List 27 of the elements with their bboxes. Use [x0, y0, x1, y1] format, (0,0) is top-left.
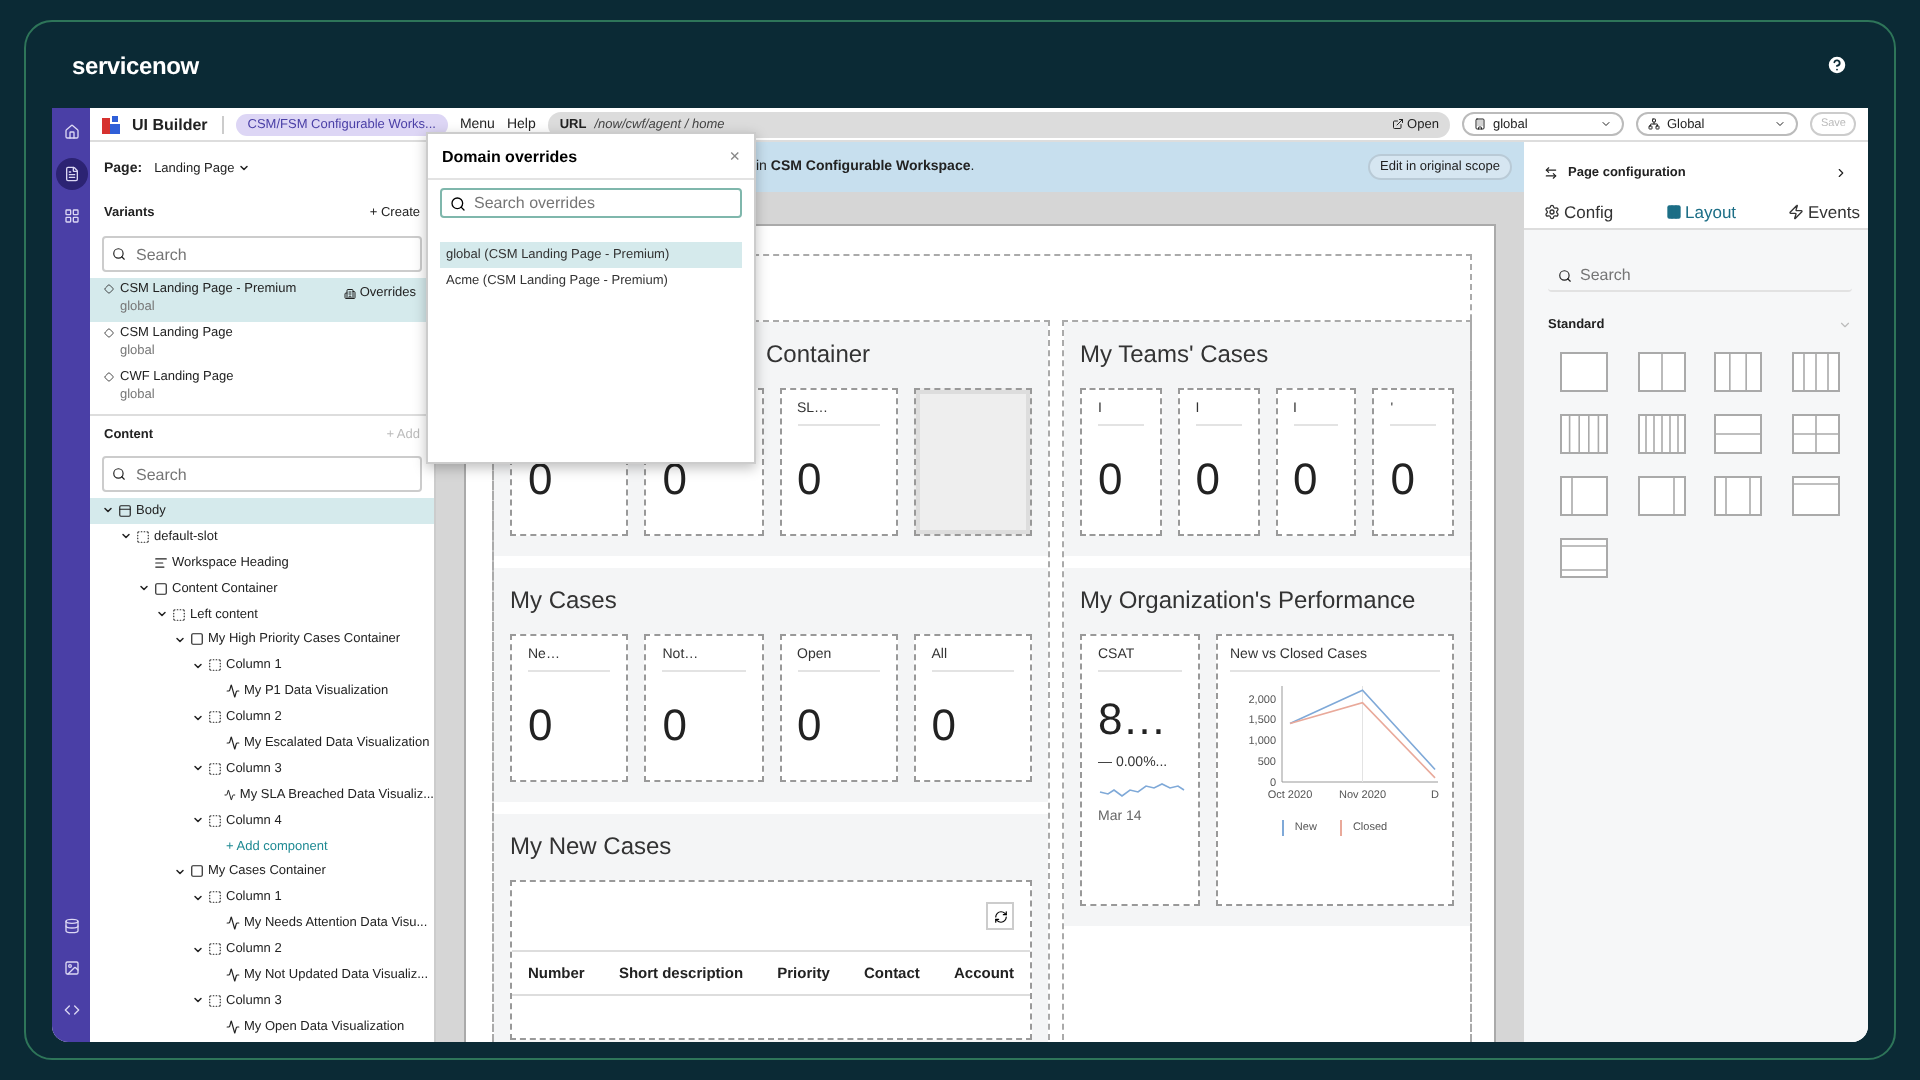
metric-value: 8…	[1098, 694, 1169, 746]
metric-value: 0	[662, 454, 689, 506]
section-title: My Teams' Cases	[1080, 340, 1271, 368]
metric-value: 0	[662, 700, 689, 752]
search-field[interactable]: Search	[102, 456, 422, 492]
metric-value: 0	[1293, 454, 1320, 506]
panel-tab[interactable]: Config	[1544, 202, 1614, 222]
panel-tab[interactable]: Layout	[1665, 202, 1737, 222]
section-title: My New Cases	[510, 832, 674, 860]
metric-value: 0	[931, 700, 958, 752]
metric-value: 0	[797, 454, 824, 506]
popover-title: Domain overrides	[442, 147, 578, 165]
section-title: My Cases	[510, 586, 619, 614]
search-field[interactable]: Search	[102, 236, 422, 272]
metric-value: 0	[1098, 454, 1125, 506]
metric-value: 0	[1195, 454, 1222, 506]
metric-value: 0	[528, 454, 555, 506]
metric-value: 0	[1390, 454, 1417, 506]
section-title: Container	[766, 340, 873, 368]
section-title: My Organization's Performance	[1080, 586, 1418, 614]
brand-logo: servicenow	[72, 51, 199, 79]
panel-tab[interactable]: Events	[1787, 202, 1860, 222]
close-button[interactable]: ×	[729, 146, 740, 166]
metric-value: 0	[797, 700, 824, 752]
search-field[interactable]: Search overrides	[440, 188, 742, 218]
metric-value: 0	[528, 700, 555, 752]
app-title: UI Builder	[132, 115, 224, 133]
